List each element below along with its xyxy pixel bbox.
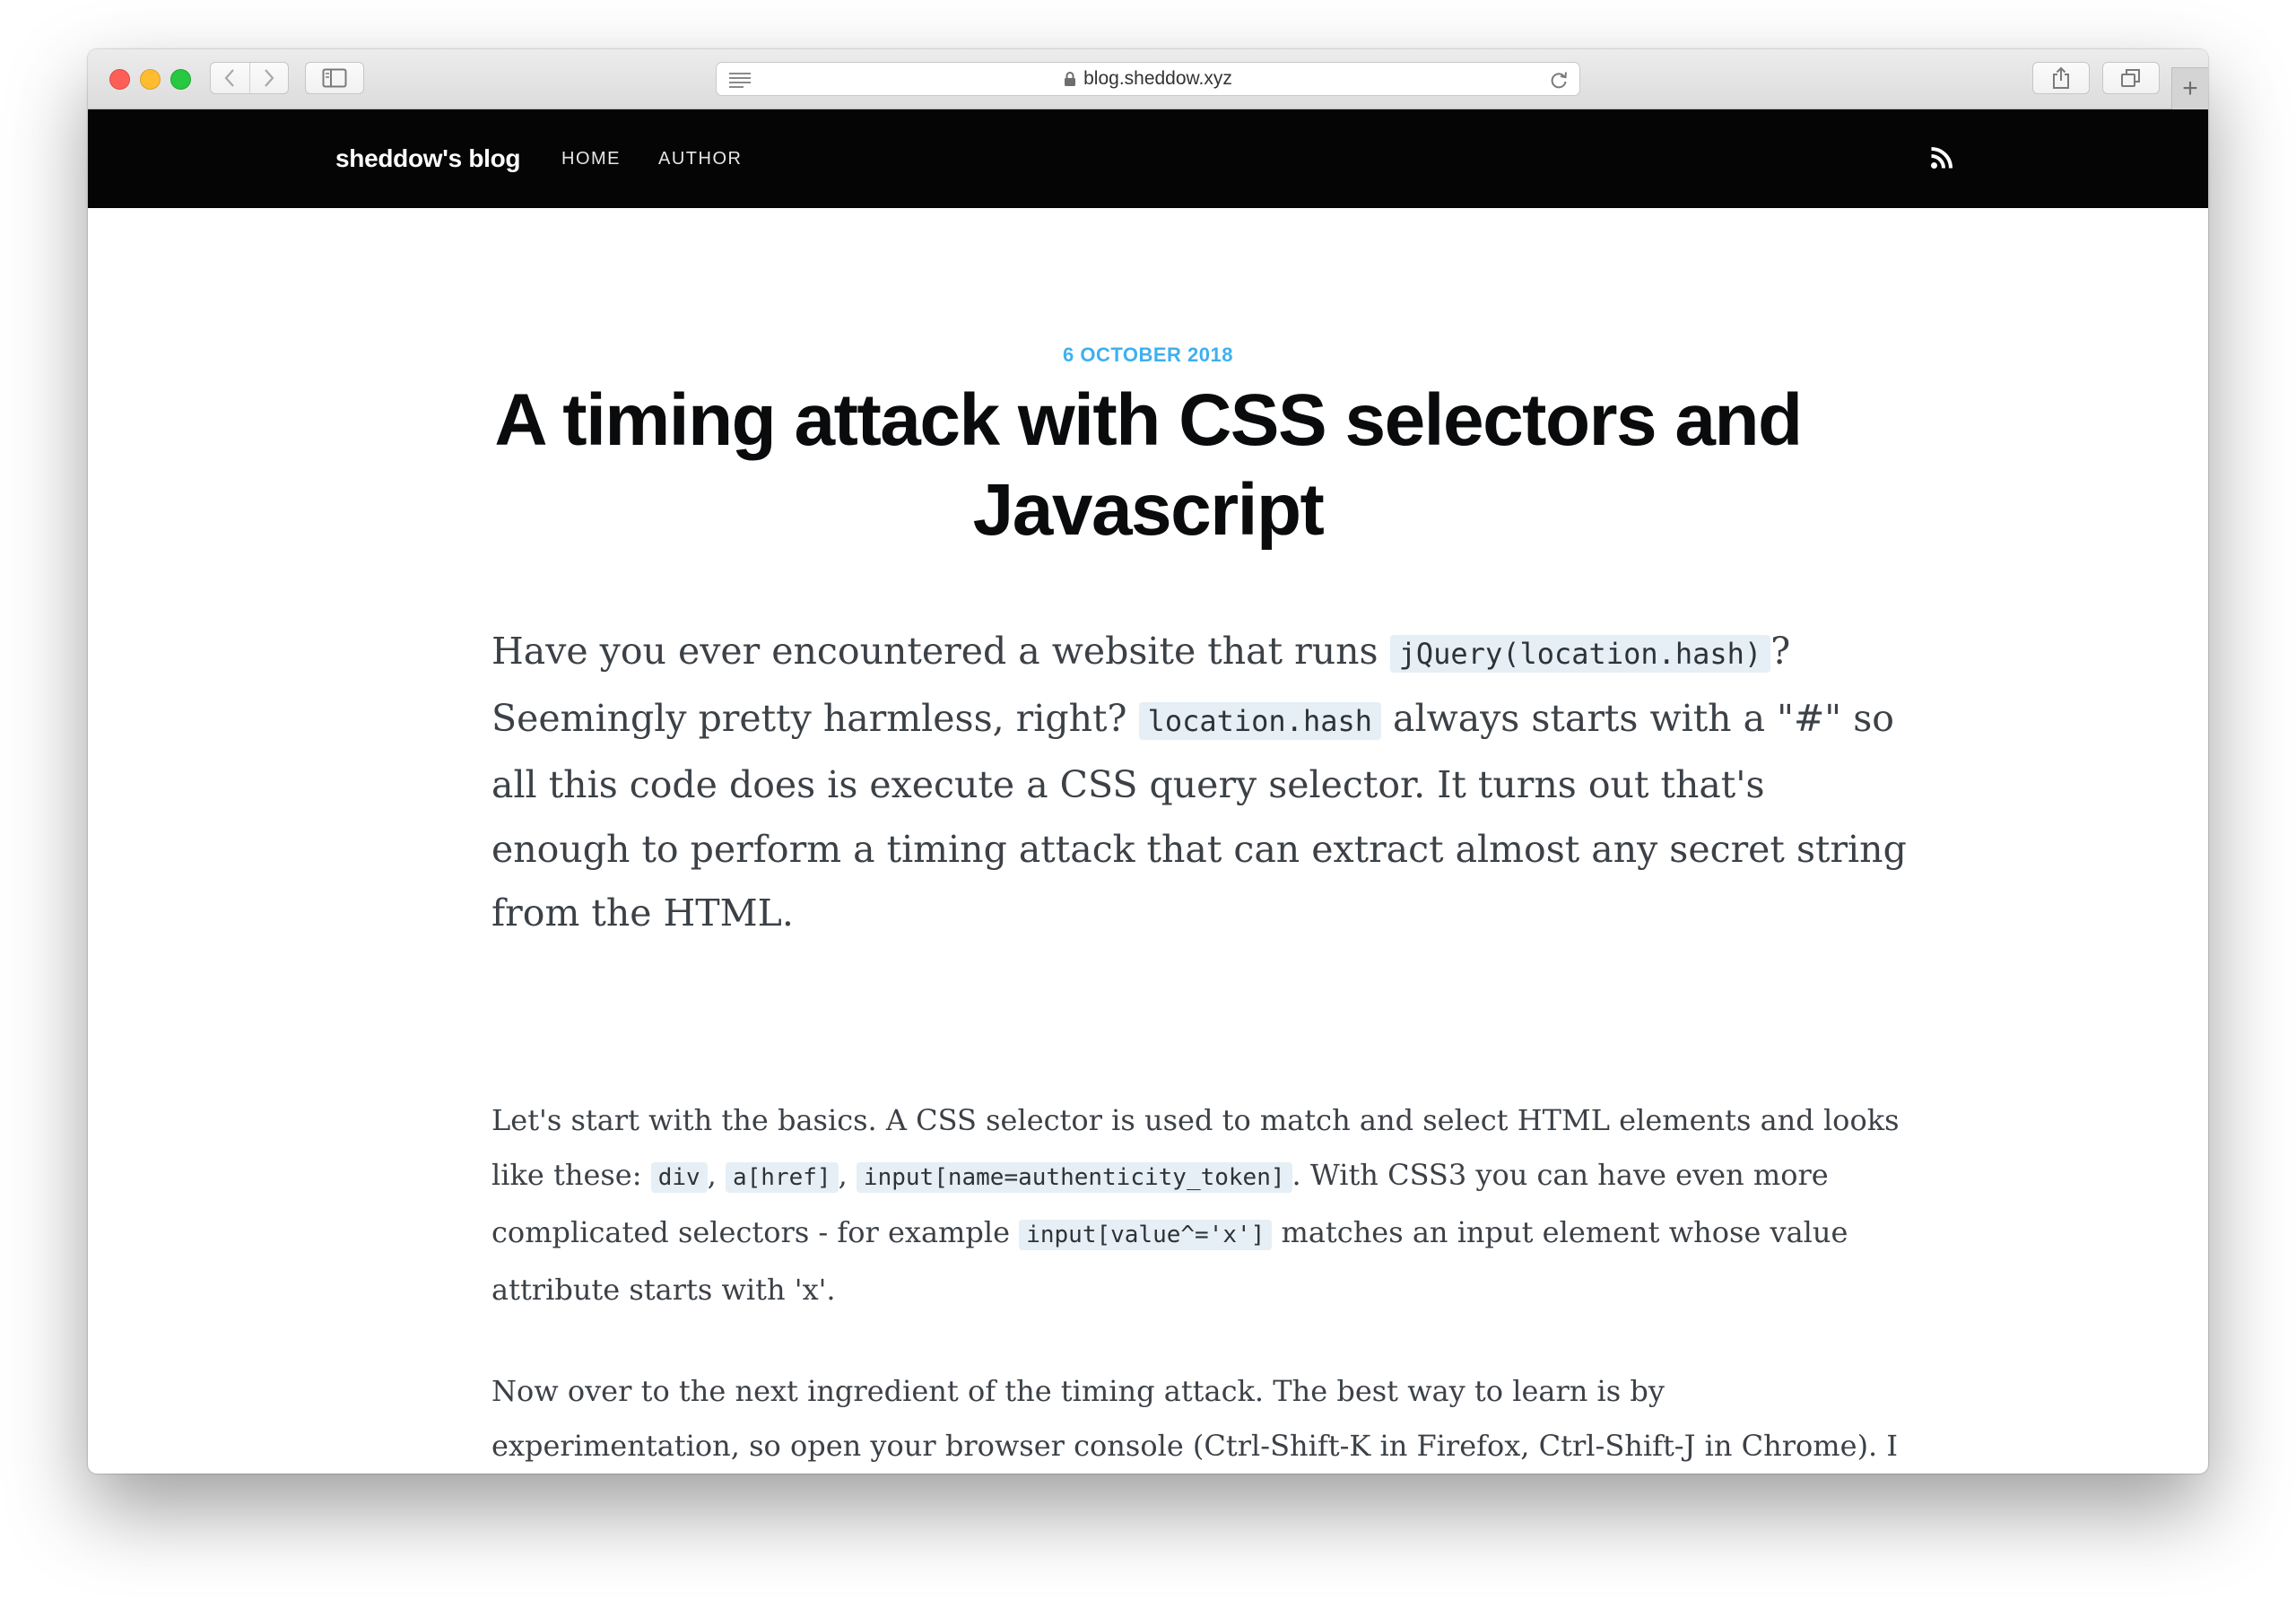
separator: , — [707, 1158, 717, 1192]
inline-code: input[name=authenticity_token] — [856, 1162, 1292, 1193]
nav-author-link[interactable]: AUTHOR — [658, 109, 742, 208]
lock-icon — [1065, 72, 1076, 86]
post-date: 6 OCTOBER 2018 — [1062, 343, 1233, 366]
back-button[interactable] — [211, 63, 249, 93]
inline-code: input[value^='x'] — [1019, 1220, 1273, 1250]
forward-button[interactable] — [248, 63, 289, 93]
history-navigation — [210, 62, 289, 94]
new-tab-button[interactable]: + — [2171, 67, 2208, 109]
inline-code: div — [650, 1162, 708, 1193]
browser-window: blog.sheddow.xyz + sheddow's blog HOME A… — [88, 49, 2208, 1474]
inline-code: a[href] — [726, 1162, 839, 1193]
site-header: sheddow's blog HOME AUTHOR — [88, 109, 2208, 208]
sidebar-button[interactable] — [305, 62, 364, 94]
plus-icon: + — [2182, 74, 2198, 103]
paragraph-text: Now over to the next ingredient of the t… — [491, 1374, 1899, 1463]
browser-toolbar: blog.sheddow.xyz + — [88, 49, 2208, 109]
sidebar-icon — [322, 68, 347, 88]
chevron-left-icon — [224, 69, 235, 87]
separator: , — [838, 1158, 848, 1192]
inline-code: jQuery(location.hash) — [1389, 635, 1771, 673]
address-text: blog.sheddow.xyz — [717, 63, 1579, 95]
site-brand-link[interactable]: sheddow's blog — [335, 109, 521, 208]
chevron-right-icon — [264, 69, 274, 87]
close-icon[interactable] — [109, 69, 130, 90]
post-paragraph: Let's start with the basics. A CSS selec… — [491, 1093, 1909, 1317]
url-text: blog.sheddow.xyz — [1083, 68, 1232, 89]
post-title: A timing attack with CSS selectors and J… — [494, 379, 1803, 551]
minimize-icon[interactable] — [140, 69, 161, 90]
nav-home-link[interactable]: HOME — [561, 109, 621, 208]
inline-code: location.hash — [1138, 701, 1381, 740]
share-button[interactable] — [2032, 62, 2090, 94]
post-lead: Have you ever encountered a website that… — [491, 620, 1909, 946]
tabs-icon — [2121, 69, 2140, 87]
reload-icon[interactable] — [1549, 70, 1569, 90]
tabs-button[interactable] — [2102, 62, 2160, 94]
share-icon — [2053, 66, 2069, 89]
post-paragraph: Now over to the next ingredient of the t… — [491, 1364, 1909, 1474]
lead-text-1: Have you ever encountered a website that… — [491, 630, 1378, 673]
zoom-icon[interactable] — [170, 69, 191, 90]
address-bar[interactable]: blog.sheddow.xyz — [716, 62, 1580, 96]
rss-icon[interactable] — [1930, 146, 1953, 170]
